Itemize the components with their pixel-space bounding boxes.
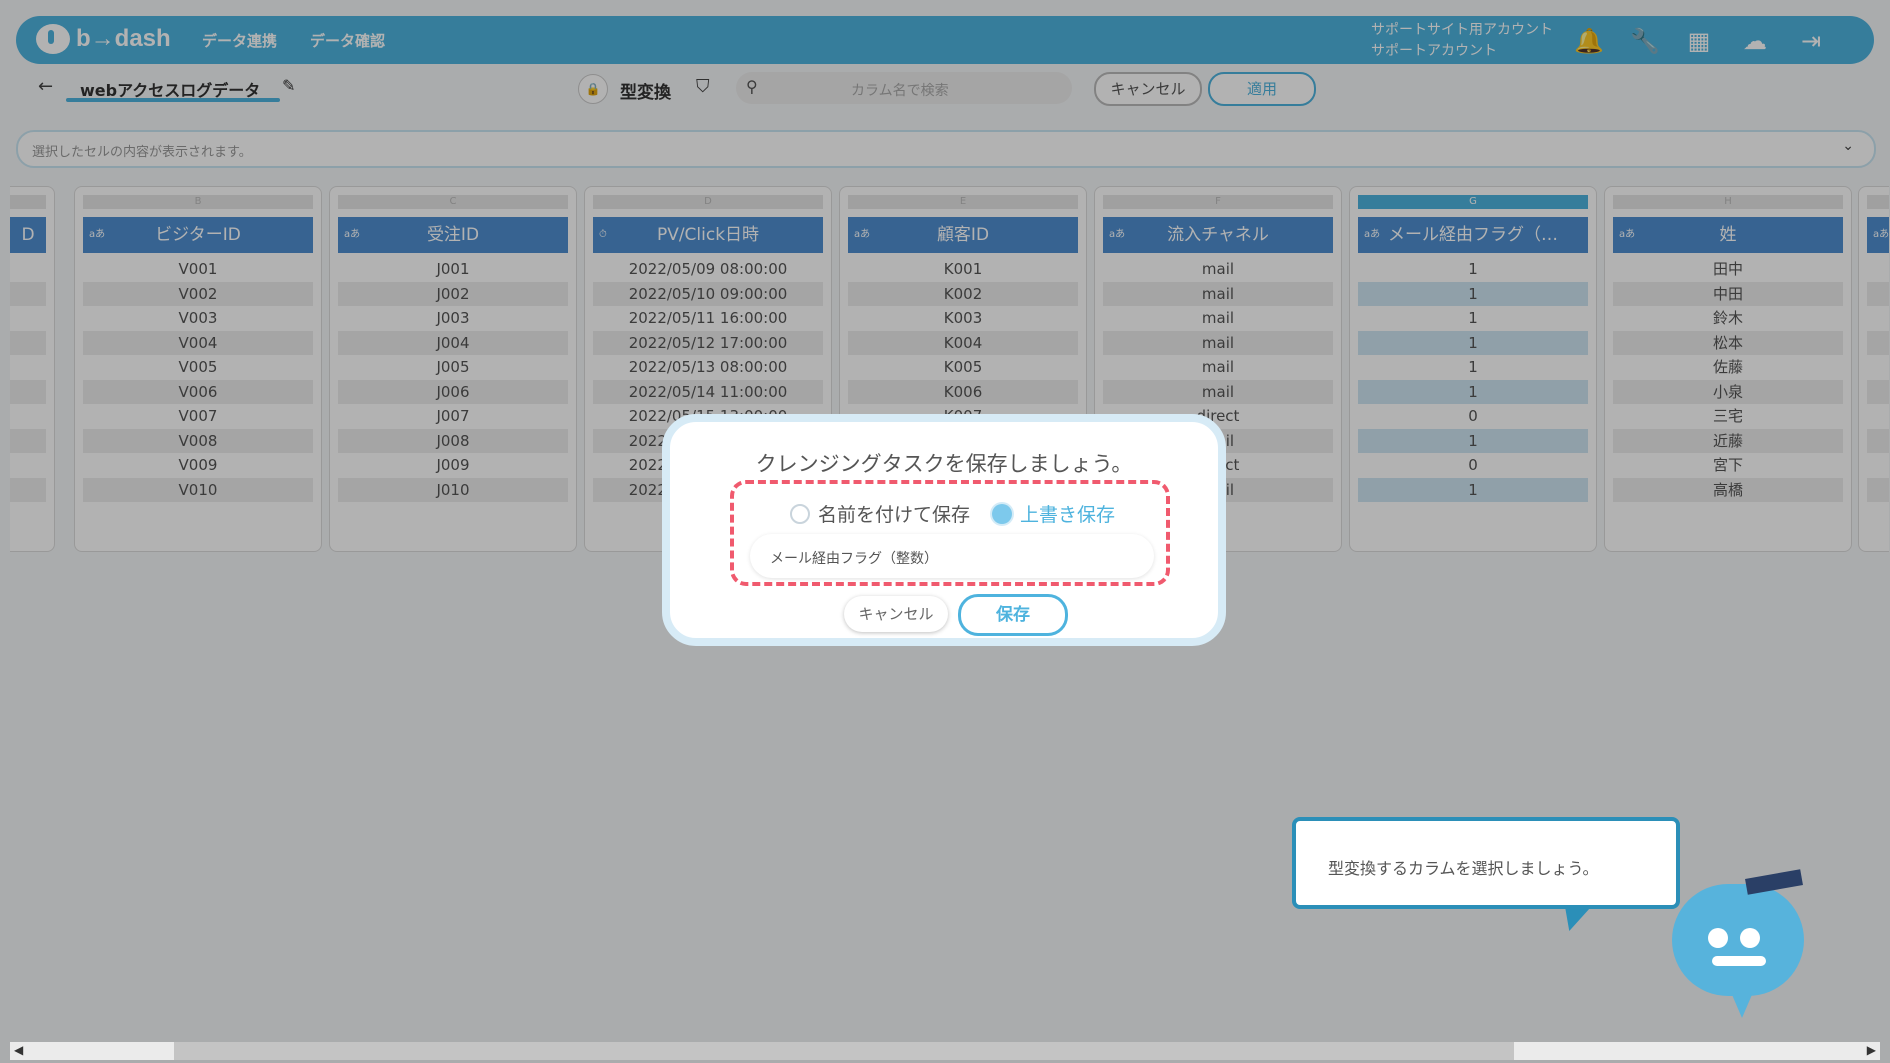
modal-cancel-button[interactable]: キャンセル [844, 596, 948, 632]
radio-label-new: 名前を付けて保存 [818, 504, 971, 526]
mascot-mustache [1712, 956, 1766, 966]
scrollbar-thumb[interactable] [174, 1042, 1514, 1060]
radio-overwrite[interactable]: 上書き保存 [992, 500, 1115, 527]
tutorial-message: 型変換するカラムを選択しましょう。 [1328, 859, 1599, 878]
task-name-field[interactable]: メール経由フラグ（整数） [750, 534, 1154, 578]
modal-title: クレンジングタスクを保存しましょう。 [755, 452, 1133, 476]
mascot-tail [1730, 990, 1754, 1018]
radio-selected-icon [992, 503, 1012, 524]
modal-save-button[interactable]: 保存 [958, 594, 1068, 636]
horizontal-scrollbar[interactable]: ◀ ▶ [10, 1042, 1880, 1060]
task-name-value: メール経由フラグ（整数） [770, 551, 938, 567]
radio-label-overwrite: 上書き保存 [1020, 504, 1116, 526]
scroll-left-icon[interactable]: ◀ [14, 1043, 23, 1057]
save-task-modal: クレンジングタスクを保存しましょう。 名前を付けて保存 上書き保存 メール経由フ… [662, 414, 1226, 646]
radio-circle-icon [790, 503, 810, 524]
scroll-right-icon[interactable]: ▶ [1867, 1043, 1876, 1057]
tutorial-bubble: 型変換するカラムを選択しましょう。 [1292, 817, 1680, 909]
mascot-eye [1708, 928, 1728, 948]
radio-save-as-new[interactable]: 名前を付けて保存 [790, 500, 970, 527]
mascot-eye [1740, 928, 1760, 948]
mascot-icon [1672, 869, 1804, 996]
